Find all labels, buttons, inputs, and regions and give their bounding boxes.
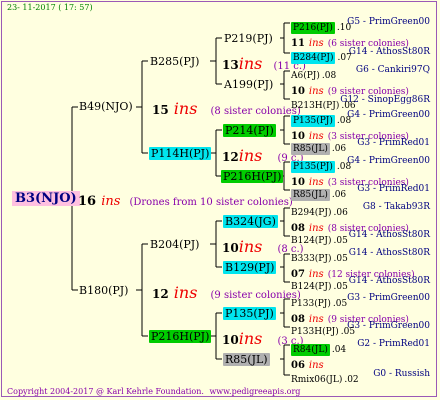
b180-ins: ins <box>173 283 198 302</box>
gen4-queen[interactable]: R85(JL) <box>291 143 330 155</box>
root-mating-info: 16 ins (Drones from 10 sister colonies) <box>78 192 293 208</box>
site-link[interactable]: www.pedigreeapis.org <box>209 387 300 396</box>
gen4-row: P133H(PJ) .05 <box>291 321 355 337</box>
footer: Copyright 2004-2017 @ Karl Kehrle Founda… <box>7 388 300 396</box>
gen4-year-suffix: .06 <box>331 144 347 154</box>
gen4-row: R85(JL) .06 <box>291 184 347 201</box>
gen4-year-suffix: .08 <box>336 162 352 172</box>
b324[interactable]: B324(JG) <box>223 215 278 228</box>
gen4-year-suffix: .07 <box>337 53 352 63</box>
gen4-reference[interactable]: G8 - Takab93R <box>363 203 430 212</box>
gen4-reference[interactable]: G3 - PrimRed01 <box>357 185 430 194</box>
b49-mating-info: 15 ins (8 sister colonies) <box>152 101 301 117</box>
root-sister-note: (Drones from 10 sister colonies) <box>129 197 293 208</box>
r85[interactable]: R85(JL) <box>223 353 270 366</box>
gen4-reference[interactable]: G0 - Russish <box>373 370 430 379</box>
b180-year: 12 <box>152 287 169 301</box>
gen4-reference[interactable]: G6 - Cankiri97Q <box>356 66 430 75</box>
gen4-queen[interactable]: B284(PJ) <box>291 52 336 64</box>
gen4-queen[interactable]: R85(JL) <box>291 189 330 201</box>
report-date: 23- 11-2017 ( 17: 57) <box>7 3 93 12</box>
gen4-year-suffix: .04 <box>331 345 347 355</box>
gen4-row: B284(PJ) .07 <box>291 47 352 64</box>
gen4-year-suffix: .05 <box>333 236 348 246</box>
gen4-queen[interactable]: B333(PJ) <box>291 254 331 264</box>
p216h-gen3[interactable]: P216H(PJ) <box>221 170 284 183</box>
b180-sister-note: (9 sister colonies) <box>210 290 301 301</box>
b49-year: 15 <box>152 103 169 117</box>
gen4-queen[interactable]: P133H(PJ) <box>291 327 339 337</box>
b129[interactable]: B129(PJ) <box>223 261 277 274</box>
p219[interactable]: P219(PJ) <box>224 33 273 44</box>
gen4-row: R84(JL) .04 <box>291 339 347 356</box>
p114h[interactable]: P114H(PJ) <box>149 147 212 160</box>
gen4-queen[interactable]: B294(PJ) <box>291 208 331 218</box>
gen4-row: B333(PJ) .05 <box>291 248 348 264</box>
root-year: 16 <box>78 194 97 209</box>
dam-b49[interactable]: B49(NJO) <box>79 101 133 112</box>
gen4-row: A6(PJ) .08 <box>291 65 336 81</box>
p114h-year: 12 <box>222 150 239 164</box>
sire-b180[interactable]: B180(PJ) <box>79 285 128 296</box>
p216h-gen2[interactable]: P216H(PJ) <box>149 330 212 343</box>
b49-sister-note: (8 sister colonies) <box>210 106 301 117</box>
gen4-year-suffix: .05 <box>333 282 348 292</box>
gen4-row: B124(PJ) .05 <box>291 276 348 292</box>
gen4-row: B124(PJ) .05 <box>291 230 348 246</box>
p216h-ins: ins <box>238 329 263 348</box>
b285[interactable]: B285(PJ) <box>150 56 199 67</box>
gen4-year-suffix: .06 <box>333 208 348 218</box>
p214[interactable]: P214(PJ) <box>223 124 276 137</box>
gen4-year-suffix: .02 <box>344 375 359 385</box>
b204[interactable]: B204(PJ) <box>150 239 199 250</box>
b285-year: 13 <box>222 58 239 72</box>
gen4-reference[interactable]: G5 - PrimGreen00 <box>347 18 430 27</box>
gen4-reference[interactable]: G14 - AthosSt80R <box>349 249 430 258</box>
gen4-queen[interactable]: B124(PJ) <box>291 236 331 246</box>
gen4-reference[interactable]: G4 - PrimGreen00 <box>347 111 430 120</box>
gen4-row: B294(PJ) .06 <box>291 202 348 218</box>
gen4-reference[interactable]: G14 - AthosSt80R <box>349 277 430 286</box>
b285-ins: ins <box>238 54 263 73</box>
gen4-year-suffix: .10 <box>336 23 352 33</box>
root-queen[interactable]: B3(NJO) <box>12 191 80 206</box>
b204-ins: ins <box>238 237 263 256</box>
b49-ins: ins <box>173 99 198 118</box>
gen4-row: B213H(PJ) .06 <box>291 95 356 111</box>
gen4-row: P216(PJ) .10 <box>291 17 352 34</box>
gen4-reference[interactable]: G2 - PrimRed01 <box>357 340 430 349</box>
gen4-year-suffix: .05 <box>333 254 348 264</box>
gen4-row: Rmix06(JL) .02 <box>291 369 359 385</box>
p114h-ins: ins <box>238 146 263 165</box>
gen4-reference[interactable]: G3 - PrimRed01 <box>357 139 430 148</box>
gen4-queen[interactable]: B124(PJ) <box>291 282 331 292</box>
gen4-year-suffix: .08 <box>336 116 352 126</box>
copyright: Copyright 2004-2017 @ Karl Kehrle Founda… <box>7 387 204 396</box>
a199[interactable]: A199(PJ) <box>224 79 273 90</box>
gen4-row: P133(PJ) .05 <box>291 293 347 309</box>
gen4-row: R85(JL) .06 <box>291 138 347 155</box>
root-ins: ins <box>101 194 121 209</box>
gen4-reference[interactable]: G4 - PrimGreen00 <box>347 157 430 166</box>
gen4-row: P135(PJ) .08 <box>291 156 352 173</box>
b180-mating-info: 12 ins (9 sister colonies) <box>152 285 301 301</box>
gen4-row: P135(PJ) .08 <box>291 110 352 127</box>
b204-year: 10 <box>222 241 239 255</box>
gen4-reference[interactable]: G3 - PrimGreen00 <box>347 294 430 303</box>
gen4-queen[interactable]: P133(PJ) <box>291 299 331 309</box>
p216h-year: 10 <box>222 333 239 347</box>
gen4-reference[interactable]: G14 - AthosSt80R <box>349 48 430 57</box>
gen4-year-suffix: .06 <box>331 190 347 200</box>
gen4-queen[interactable]: Rmix06(JL) <box>291 375 342 385</box>
gen4-year-suffix: .08 <box>321 71 337 81</box>
gen4-year-suffix: .05 <box>332 299 348 309</box>
p135[interactable]: P135(PJ) <box>223 307 276 320</box>
gen4-reference[interactable]: G3 - PrimGreen00 <box>347 322 430 331</box>
gen4-reference[interactable]: G14 - AthosSt80R <box>349 231 430 240</box>
gen4-queen[interactable]: A6(PJ) <box>291 71 320 81</box>
gen4-year-suffix: .05 <box>340 327 356 337</box>
